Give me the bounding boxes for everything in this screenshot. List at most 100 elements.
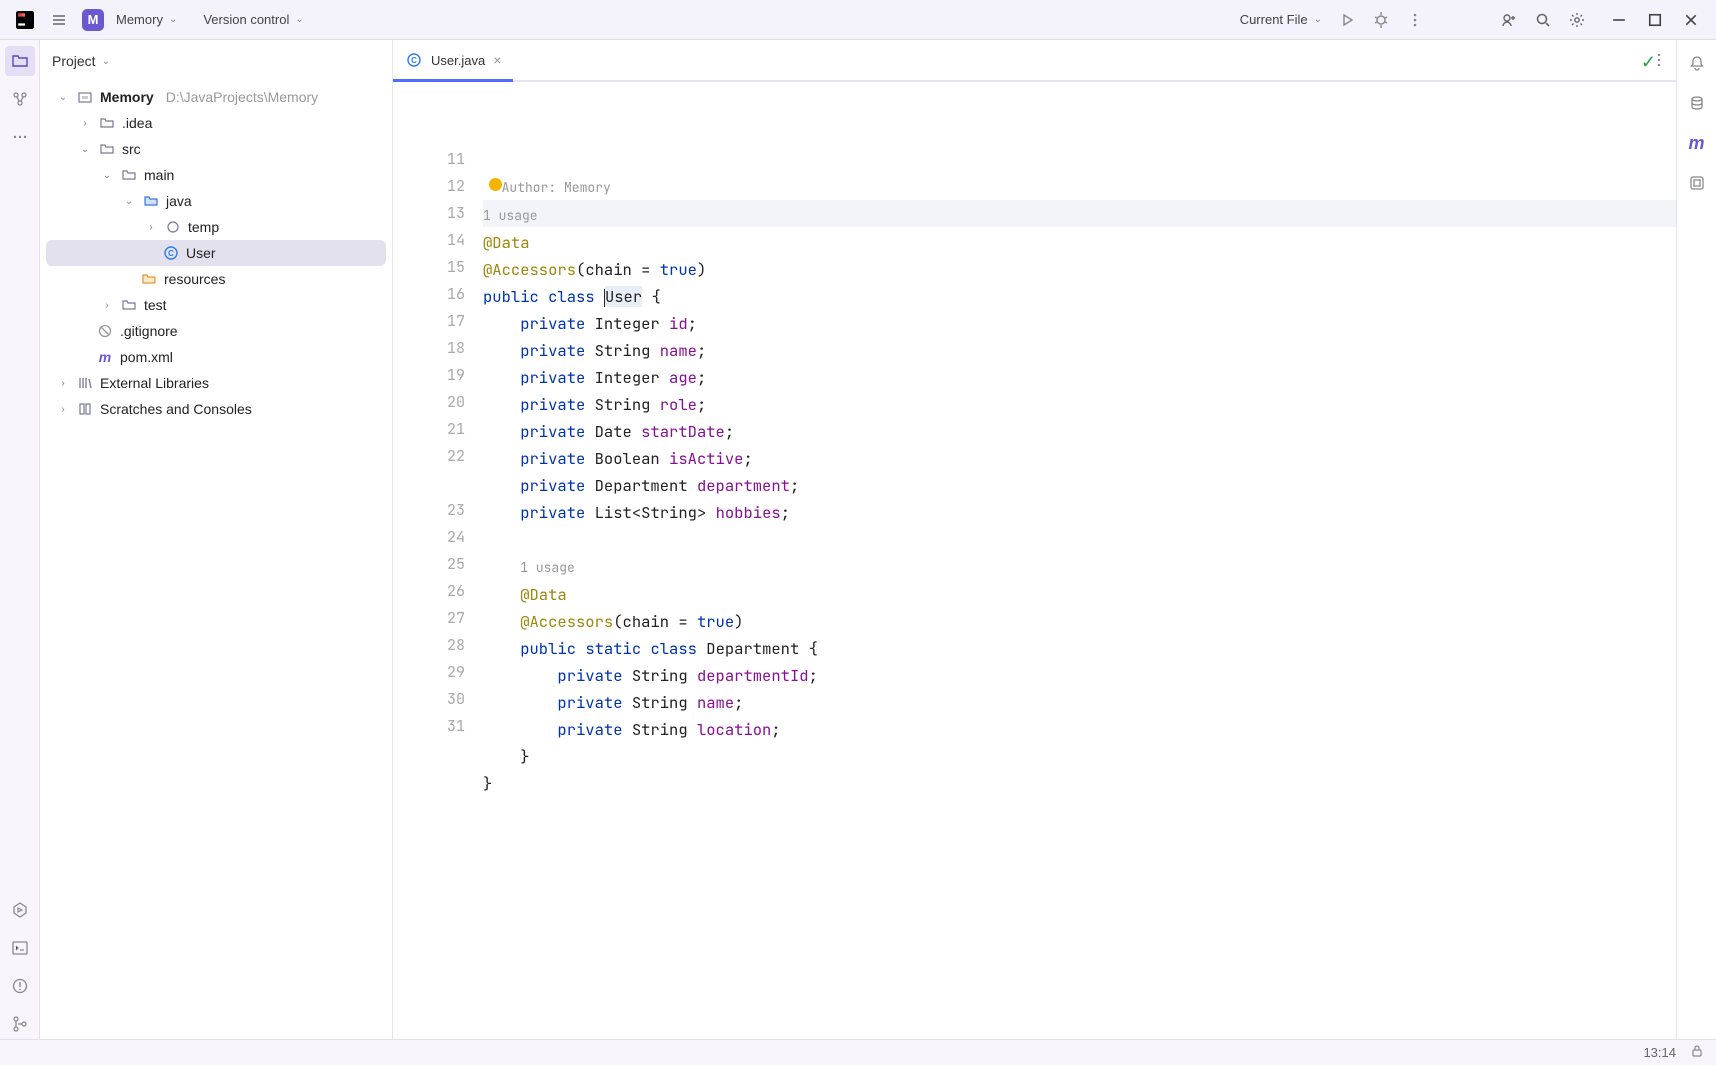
run-config-label: Current File [1240, 12, 1308, 27]
scratches-icon [76, 402, 94, 416]
project-name-dropdown[interactable]: Memory ⌄ [110, 8, 183, 31]
more-actions-button[interactable] [1398, 3, 1432, 37]
expand-icon[interactable]: ⌄ [78, 144, 92, 155]
chevron-down-icon: ⌄ [1314, 14, 1322, 25]
code-with-me-button[interactable] [1492, 3, 1526, 37]
tree-item-main[interactable]: ⌄ main [46, 162, 386, 188]
status-bar: 13:14 [0, 1039, 1716, 1065]
line-number: 24 [393, 524, 465, 551]
usage-hint[interactable]: 1 usage [483, 207, 538, 224]
structure-tool-button[interactable] [5, 84, 35, 114]
maven-tool-button[interactable]: m [1682, 128, 1712, 158]
tree-item-scratches[interactable]: › Scratches and Consoles [46, 396, 386, 422]
chevron-down-icon: ⌄ [169, 14, 177, 25]
resources-folder-icon [140, 272, 158, 286]
project-sidebar: Project ⌄ ⌄ Memory D:\JavaProjects\Memor… [40, 40, 393, 1039]
class-icon: C [162, 246, 180, 260]
line-number: 16 [393, 281, 465, 308]
editor-tab-user[interactable]: C User.java × [393, 40, 513, 80]
tree-item-test[interactable]: › test [46, 292, 386, 318]
code-content[interactable]: Author: Memory 1 usage @Data @Accessors(… [483, 82, 1676, 1039]
tree-item-temp[interactable]: › temp [46, 214, 386, 240]
terminal-tool-button[interactable] [5, 933, 35, 963]
tree-item-user[interactable]: C User [46, 240, 386, 266]
tree-item-pom[interactable]: m pom.xml [46, 344, 386, 370]
author-hint: Author: Memory [502, 179, 611, 196]
collapse-icon[interactable]: › [56, 378, 70, 389]
line-number: 22 [393, 443, 465, 470]
tree-item-label: .idea [122, 115, 152, 131]
vcs-label: Version control [203, 12, 289, 27]
package-icon [164, 220, 182, 234]
more-tool-button[interactable] [5, 122, 35, 152]
database-tool-button[interactable] [1682, 88, 1712, 118]
tree-item-java[interactable]: ⌄ java [46, 188, 386, 214]
folder-icon [98, 142, 116, 156]
window-maximize-button[interactable] [1646, 11, 1664, 29]
line-number: 19 [393, 362, 465, 389]
status-time: 13:14 [1643, 1045, 1676, 1060]
collapse-icon[interactable]: › [144, 222, 158, 233]
project-sidebar-header[interactable]: Project ⌄ [40, 40, 392, 82]
line-number: 18 [393, 335, 465, 362]
line-number: 23 [393, 497, 465, 524]
settings-button[interactable] [1560, 3, 1594, 37]
tree-root[interactable]: ⌄ Memory D:\JavaProjects\Memory [46, 84, 386, 110]
close-tab-button[interactable]: × [493, 52, 501, 68]
tree-item-resources[interactable]: resources [46, 266, 386, 292]
editor-tabbar: C User.java × [393, 40, 1676, 82]
problems-tool-button[interactable] [5, 971, 35, 1001]
svg-text:C: C [168, 249, 174, 258]
expand-icon[interactable]: ⌄ [56, 92, 70, 103]
search-everywhere-button[interactable] [1526, 3, 1560, 37]
services-tool-button[interactable] [5, 895, 35, 925]
expand-icon[interactable]: ⌄ [122, 196, 136, 207]
maven-icon: m [96, 349, 114, 365]
tree-item-label: src [122, 141, 141, 157]
tab-label: User.java [431, 53, 485, 68]
vcs-dropdown[interactable]: Version control ⌄ [197, 8, 309, 31]
notifications-button[interactable] [1682, 48, 1712, 78]
collapse-icon[interactable]: › [56, 404, 70, 415]
tree-item-external-libs[interactable]: › External Libraries [46, 370, 386, 396]
run-button[interactable] [1330, 3, 1364, 37]
collapse-icon[interactable]: › [78, 118, 92, 129]
inspection-ok-icon[interactable]: ✓ [1641, 52, 1656, 73]
vcs-tool-button[interactable] [5, 1009, 35, 1039]
code-editor[interactable]: 11 12 13 14 15 16 17 18 19 20 21 22 23 2… [393, 82, 1676, 1039]
left-tool-rail [0, 40, 40, 1039]
main-menu-button[interactable] [42, 3, 76, 37]
tree-item-src[interactable]: ⌄ src [46, 136, 386, 162]
collapse-icon[interactable]: › [100, 300, 114, 311]
line-number: 31 [393, 713, 465, 740]
module-icon [76, 90, 94, 104]
lock-icon[interactable] [1690, 1044, 1704, 1061]
tree-item-label: test [144, 297, 167, 313]
tree-root-label: Memory [100, 89, 154, 105]
line-number: 15 [393, 254, 465, 281]
window-close-button[interactable] [1682, 11, 1700, 29]
line-number: 20 [393, 389, 465, 416]
line-number: 30 [393, 686, 465, 713]
coverage-tool-button[interactable] [1682, 168, 1712, 198]
folder-icon [120, 298, 138, 312]
project-badge[interactable]: M [82, 9, 104, 31]
run-config-dropdown[interactable]: Current File ⌄ [1232, 8, 1330, 31]
line-number: 27 [393, 605, 465, 632]
line-number: 29 [393, 659, 465, 686]
editor-area: C User.java × 11 12 13 14 15 16 17 18 19… [393, 40, 1716, 1039]
line-number: 21 [393, 416, 465, 443]
library-icon [76, 376, 94, 390]
expand-icon[interactable]: ⌄ [100, 170, 114, 181]
tree-item-label: User [186, 245, 216, 261]
tree-item-idea[interactable]: › .idea [46, 110, 386, 136]
window-minimize-button[interactable] [1610, 11, 1628, 29]
project-tree[interactable]: ⌄ Memory D:\JavaProjects\Memory › .idea … [40, 82, 392, 1039]
project-tool-button[interactable] [5, 46, 35, 76]
line-number: 12 [393, 173, 465, 200]
tree-item-gitignore[interactable]: .gitignore [46, 318, 386, 344]
debug-button[interactable] [1364, 3, 1398, 37]
tree-item-label: java [166, 193, 192, 209]
usage-hint[interactable]: 1 usage [520, 559, 575, 576]
top-toolbar: M Memory ⌄ Version control ⌄ Current Fil… [0, 0, 1716, 40]
